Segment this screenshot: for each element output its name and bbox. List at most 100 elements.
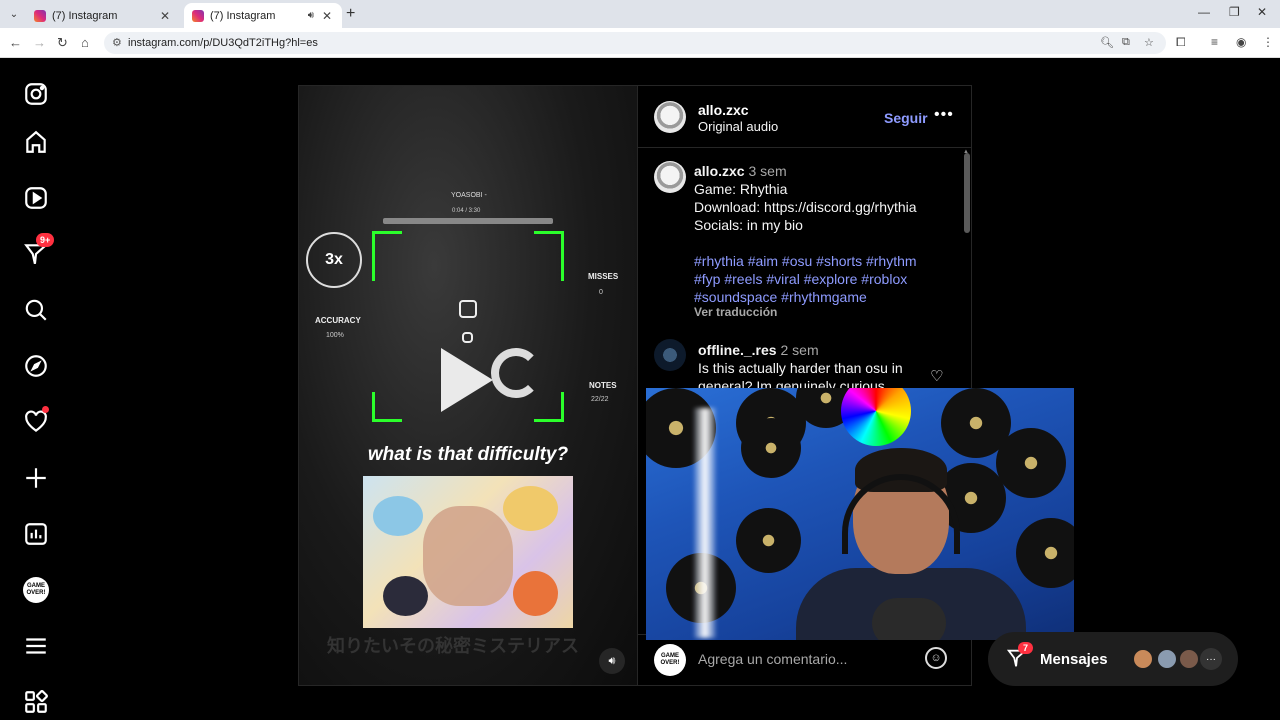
messages-pill[interactable]: 7 Mensajes ··· bbox=[988, 632, 1238, 686]
volume-icon[interactable]: 🔊︎ bbox=[599, 648, 625, 674]
create-plus-icon[interactable] bbox=[20, 462, 52, 494]
forward-icon[interactable]: → bbox=[33, 35, 46, 50]
contact-avatar bbox=[1178, 648, 1200, 670]
commenter-avatar[interactable] bbox=[654, 339, 686, 371]
inset-blob bbox=[513, 571, 558, 616]
instagram-favicon-icon bbox=[192, 9, 204, 22]
commenter-username[interactable]: offline._.res bbox=[698, 342, 777, 358]
search-icon[interactable] bbox=[20, 294, 52, 326]
browser-tab-active[interactable]: (7) Instagram 🔊︎ ✕ bbox=[184, 3, 342, 28]
song-time: 0:04 / 3:30 bbox=[452, 208, 481, 214]
vinyl-record bbox=[736, 508, 801, 573]
game-frame-corner bbox=[372, 231, 402, 261]
lyrics-text: 知りたいその秘密ミステリアス bbox=[327, 636, 579, 656]
misses-label: MISSES bbox=[588, 272, 619, 281]
reload-icon[interactable]: ↻ bbox=[57, 35, 68, 51]
install-app-icon[interactable]: ⧉ bbox=[1122, 36, 1130, 49]
tab-title: (7) Instagram bbox=[52, 9, 118, 22]
misses-value: 0 bbox=[599, 289, 603, 296]
game-frame-corner bbox=[534, 392, 564, 422]
rainbow-record bbox=[841, 388, 911, 446]
browser-tab[interactable]: (7) Instagram ✕ bbox=[26, 3, 180, 28]
author-username[interactable]: allo.zxc bbox=[698, 102, 749, 118]
audio-playing-icon[interactable]: 🔊︎ bbox=[308, 10, 314, 21]
inset-blob bbox=[383, 576, 428, 616]
messages-icon[interactable]: 9+ bbox=[20, 233, 55, 270]
browser-tab-bar: ⌄ (7) Instagram ✕ (7) Instagram 🔊︎ ✕ + —… bbox=[0, 0, 1280, 28]
like-comment-heart-icon[interactable]: ♡ bbox=[930, 367, 943, 385]
caption-hashtags[interactable]: #rhythia #aim #osu #shorts #rhythm bbox=[694, 252, 917, 270]
tab-list-chevron-icon[interactable]: ⌄ bbox=[4, 4, 24, 24]
restore-icon[interactable]: ❐ bbox=[1229, 5, 1240, 19]
author-avatar[interactable] bbox=[654, 101, 686, 133]
caption-header: allo.zxc 3 sem bbox=[694, 162, 787, 180]
game-frame-edge bbox=[372, 261, 375, 281]
caption-avatar[interactable] bbox=[654, 161, 686, 193]
notifications-heart-icon[interactable] bbox=[20, 406, 52, 438]
follow-button[interactable]: Seguir bbox=[884, 110, 928, 126]
messages-label: Mensajes bbox=[1040, 651, 1108, 668]
close-tab-icon[interactable]: ✕ bbox=[320, 9, 334, 23]
inset-image bbox=[363, 476, 573, 628]
vinyl-record bbox=[996, 428, 1066, 498]
minimize-icon[interactable]: — bbox=[1198, 5, 1210, 19]
caption-username[interactable]: allo.zxc bbox=[694, 163, 745, 179]
audio-label[interactable]: Original audio bbox=[698, 119, 778, 134]
profile-avatar[interactable]: GAME OVER! bbox=[20, 574, 52, 606]
notes-label: NOTES bbox=[589, 381, 617, 390]
home-icon[interactable]: ⌂ bbox=[81, 35, 89, 50]
caption-hashtags[interactable]: #soundspace #rhythmgame bbox=[694, 288, 867, 306]
inset-blob bbox=[503, 486, 558, 531]
instagram-favicon-icon bbox=[34, 9, 46, 22]
video-caption: what is that difficulty? bbox=[367, 444, 569, 465]
profile-avatar-text: GAME OVER! bbox=[23, 577, 49, 603]
more-menu-icon[interactable] bbox=[20, 630, 52, 662]
also-from-meta-icon[interactable] bbox=[20, 686, 52, 718]
site-info-icon[interactable]: ⚙ bbox=[112, 36, 122, 49]
reading-list-icon[interactable]: ≡ bbox=[1211, 35, 1218, 49]
contact-avatar bbox=[1132, 648, 1154, 670]
comment-input[interactable]: Agrega un comentario... bbox=[698, 651, 847, 667]
caption-hashtags[interactable]: #fyp #reels #viral #explore #roblox bbox=[694, 270, 907, 288]
see-translation-link[interactable]: Ver traducción bbox=[694, 305, 777, 319]
caption-age: 3 sem bbox=[748, 163, 787, 179]
back-icon[interactable]: ← bbox=[9, 35, 22, 50]
url-field[interactable]: ⚙ instagram.com/p/DU3QdT2iTHg?hl=es 🔍︎ ⧉… bbox=[104, 32, 1166, 54]
close-window-icon[interactable]: ✕ bbox=[1257, 5, 1267, 19]
home-icon[interactable] bbox=[20, 126, 52, 158]
instagram-logo-icon[interactable] bbox=[20, 78, 52, 110]
play-triangle-icon[interactable] bbox=[441, 348, 493, 412]
messages-badge: 7 bbox=[1018, 642, 1034, 654]
more-options-icon[interactable]: ••• bbox=[934, 106, 954, 124]
profile-icon[interactable]: ◉ bbox=[1236, 35, 1246, 49]
extensions-icon[interactable]: ⧠ bbox=[1176, 35, 1186, 50]
instagram-sidebar: 9+ GAME OVER! bbox=[0, 58, 72, 720]
accuracy-label: ACCURACY bbox=[315, 316, 361, 325]
game-cursor-ring bbox=[491, 348, 541, 398]
game-note bbox=[459, 300, 477, 318]
contact-avatar bbox=[1156, 648, 1178, 670]
game-frame-edge bbox=[561, 261, 564, 281]
new-tab-icon[interactable]: + bbox=[346, 5, 355, 23]
reels-icon[interactable] bbox=[20, 182, 52, 214]
song-progress-bar bbox=[383, 218, 553, 224]
zoom-icon[interactable]: 🔍︎ bbox=[1100, 36, 1114, 49]
menu-dots-icon[interactable]: ⋮ bbox=[1262, 35, 1274, 49]
post-header: allo.zxc Original audio Seguir ••• bbox=[638, 86, 972, 148]
explore-compass-icon[interactable] bbox=[20, 350, 52, 382]
comments-scrollbar[interactable] bbox=[964, 153, 970, 233]
microphone bbox=[872, 598, 946, 640]
caption-line: Download: https://discord.gg/rhythia bbox=[694, 199, 917, 215]
url-text: instagram.com/p/DU3QdT2iTHg?hl=es bbox=[128, 37, 318, 49]
reel-video[interactable]: YOASOBI - 0:04 / 3:30 3x ACCURACY 100% M… bbox=[299, 86, 637, 685]
game-frame-corner bbox=[534, 231, 564, 261]
address-bar-row: ← → ↻ ⌂ ⚙ instagram.com/p/DU3QdT2iTHg?hl… bbox=[0, 28, 1280, 58]
led-light bbox=[694, 408, 716, 638]
close-tab-icon[interactable]: ✕ bbox=[158, 9, 172, 23]
bookmark-star-icon[interactable]: ☆ bbox=[1144, 36, 1154, 49]
dashboard-chart-icon[interactable] bbox=[20, 518, 52, 550]
my-avatar-text: GAME OVER! bbox=[660, 653, 680, 666]
emoji-smiley-icon[interactable]: ☺ bbox=[925, 647, 947, 669]
notification-dot bbox=[42, 406, 49, 413]
add-comment-bar: GAME OVER! Agrega un comentario... ☺ bbox=[638, 634, 972, 685]
